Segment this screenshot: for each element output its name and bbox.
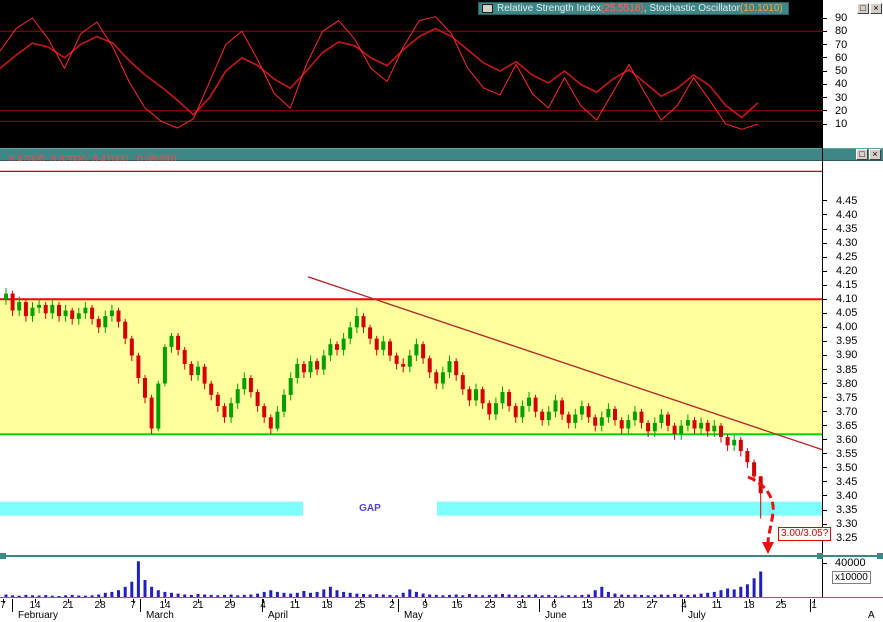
month-tick [810, 599, 811, 612]
x-axis-week-label: 13 [581, 601, 592, 611]
x-axis-month-label: April [268, 611, 288, 621]
y-axis-label: 4.35 [836, 223, 857, 235]
y-axis-label: 3.55 [836, 448, 857, 460]
maximize-button[interactable]: □ [857, 3, 869, 14]
month-tick [398, 599, 399, 612]
volume-axis-label: 40000 [835, 557, 866, 569]
x-axis-month-label: A [868, 611, 875, 621]
x-axis-week-label: 25 [775, 601, 786, 611]
indicator-chart-plot[interactable] [0, 0, 822, 148]
y-axis-label: 3.30 [836, 518, 857, 530]
price-y-axis[interactable]: 4.45 4.40 4.35 4.30 4.25 4.20 4.15 4.10 4.05 4.00… [822, 161, 883, 555]
indicator-y-axis[interactable]: 9080 70605040 302010 [822, 0, 883, 148]
x-axis-week-label: 23 [484, 601, 495, 611]
indicator-value-rsi: (25.5518) [601, 3, 644, 14]
month-tick [262, 599, 263, 612]
y-axis-label: 3.85 [836, 364, 857, 376]
y-axis-label: 3.75 [836, 392, 857, 404]
y-axis-label: 60 [835, 52, 847, 64]
x-axis-week-label: 28 [94, 601, 105, 611]
y-axis-label: 50 [835, 65, 847, 77]
y-axis-label: 3.90 [836, 349, 857, 361]
x-axis-week-label: 7 [0, 601, 6, 611]
indicator-name-stochastic: , Stochastic Oscillator [644, 3, 740, 14]
price-restore-button[interactable]: □ [856, 149, 868, 160]
chart-application-window: 908070605040302010 Relative Strength Ind… [0, 0, 883, 622]
y-axis-label: 4.25 [836, 251, 857, 263]
y-axis-label: 4.10 [836, 293, 857, 305]
x-axis-week-label: 31 [516, 601, 527, 611]
y-axis-label: 80 [835, 25, 847, 37]
y-axis-label: 3.35 [836, 504, 857, 516]
y-axis-label: 4.40 [836, 209, 857, 221]
x-axis-month-label: June [545, 611, 567, 621]
y-axis-label: 3.40 [836, 490, 857, 502]
y-axis-label: 30 [835, 92, 847, 104]
month-tick [140, 599, 141, 612]
x-axis-week-label: 11 [712, 601, 722, 611]
divider-handle[interactable] [0, 553, 6, 559]
price-chart-panel: 4.45 4.40 4.35 4.30 4.25 4.20 4.15 4.10 4.05 4.00… [0, 161, 883, 555]
y-axis-label: 4.05 [836, 307, 857, 319]
y-axis-label: 20 [835, 105, 847, 117]
y-axis-label: 70 [835, 39, 847, 51]
y-axis-label: 3.95 [836, 335, 857, 347]
y-axis-label: 3.50 [836, 462, 857, 474]
close-icon[interactable]: × [870, 3, 882, 14]
divider-handle[interactable] [877, 553, 883, 559]
month-tick [539, 599, 540, 612]
volume-y-axis[interactable]: 40000 x10000 [822, 557, 883, 597]
x-axis-week-label: 18 [743, 601, 754, 611]
x-axis-week-label: 20 [613, 601, 624, 611]
y-axis-label: 4.30 [836, 237, 857, 249]
y-axis-label: 90 [835, 12, 847, 24]
x-axis-week-label: 29 [224, 601, 235, 611]
x-axis-week-label: 2 [389, 601, 395, 611]
y-axis-label: 40 [835, 78, 847, 90]
x-axis-week-label: 1 [811, 601, 817, 611]
y-axis-label: 3.25 [836, 532, 857, 544]
axis-separator [822, 0, 823, 597]
y-axis-label: 3.60 [836, 434, 857, 446]
y-axis-label: 4.45 [836, 195, 857, 207]
x-axis-week-label: 21 [62, 601, 73, 611]
x-axis-month-label: February [18, 611, 58, 621]
x-axis-month-label: July [688, 611, 706, 621]
y-axis-label: 3.45 [836, 476, 857, 488]
x-axis-week-label: 16 [451, 601, 462, 611]
price-title-bar[interactable]: , 3.47000, 3.32000, 3.41000, -0.08000) [0, 148, 883, 161]
price-close-icon[interactable]: × [869, 149, 881, 160]
x-axis-week-label: 11 [290, 601, 300, 611]
month-tick [12, 599, 13, 612]
y-axis-label: 4.00 [836, 321, 857, 333]
y-axis-label: 4.15 [836, 279, 857, 291]
date-x-axis[interactable]: 7142128714212941118252916233161320274111… [0, 599, 883, 622]
x-axis-week-label: 7 [130, 601, 136, 611]
x-axis-week-label: 21 [192, 601, 203, 611]
x-axis-week-label: 9 [422, 601, 428, 611]
divider-handle[interactable] [817, 553, 823, 559]
x-axis-week-label: 18 [321, 601, 332, 611]
y-axis-label: 3.80 [836, 378, 857, 390]
indicator-window-icon [482, 4, 493, 13]
indicator-name-rsi: Relative Strength Index [497, 3, 601, 14]
price-target-annotation[interactable]: 3.00/3.05? [778, 527, 831, 541]
y-axis-label: 3.70 [836, 406, 857, 418]
volume-chart-plot[interactable] [0, 557, 822, 597]
y-axis-label: 10 [835, 118, 847, 130]
x-axis-month-label: May [404, 611, 423, 621]
x-axis-week-label: 27 [646, 601, 657, 611]
x-axis-week-label: 25 [354, 601, 365, 611]
month-tick [682, 599, 683, 612]
price-chart-plot[interactable] [0, 161, 822, 555]
indicator-value-stochastic: (10.1010) [740, 3, 783, 14]
indicator-title-bar[interactable]: Relative Strength Index (25.5518) , Stoc… [478, 2, 789, 15]
y-axis-label: 4.20 [836, 265, 857, 277]
volume-multiplier-label: x10000 [832, 571, 871, 584]
x-axis-month-label: March [146, 611, 174, 621]
y-axis-label: 3.65 [836, 420, 857, 432]
gap-annotation[interactable]: GAP [303, 501, 437, 517]
panel-border [0, 597, 883, 598]
